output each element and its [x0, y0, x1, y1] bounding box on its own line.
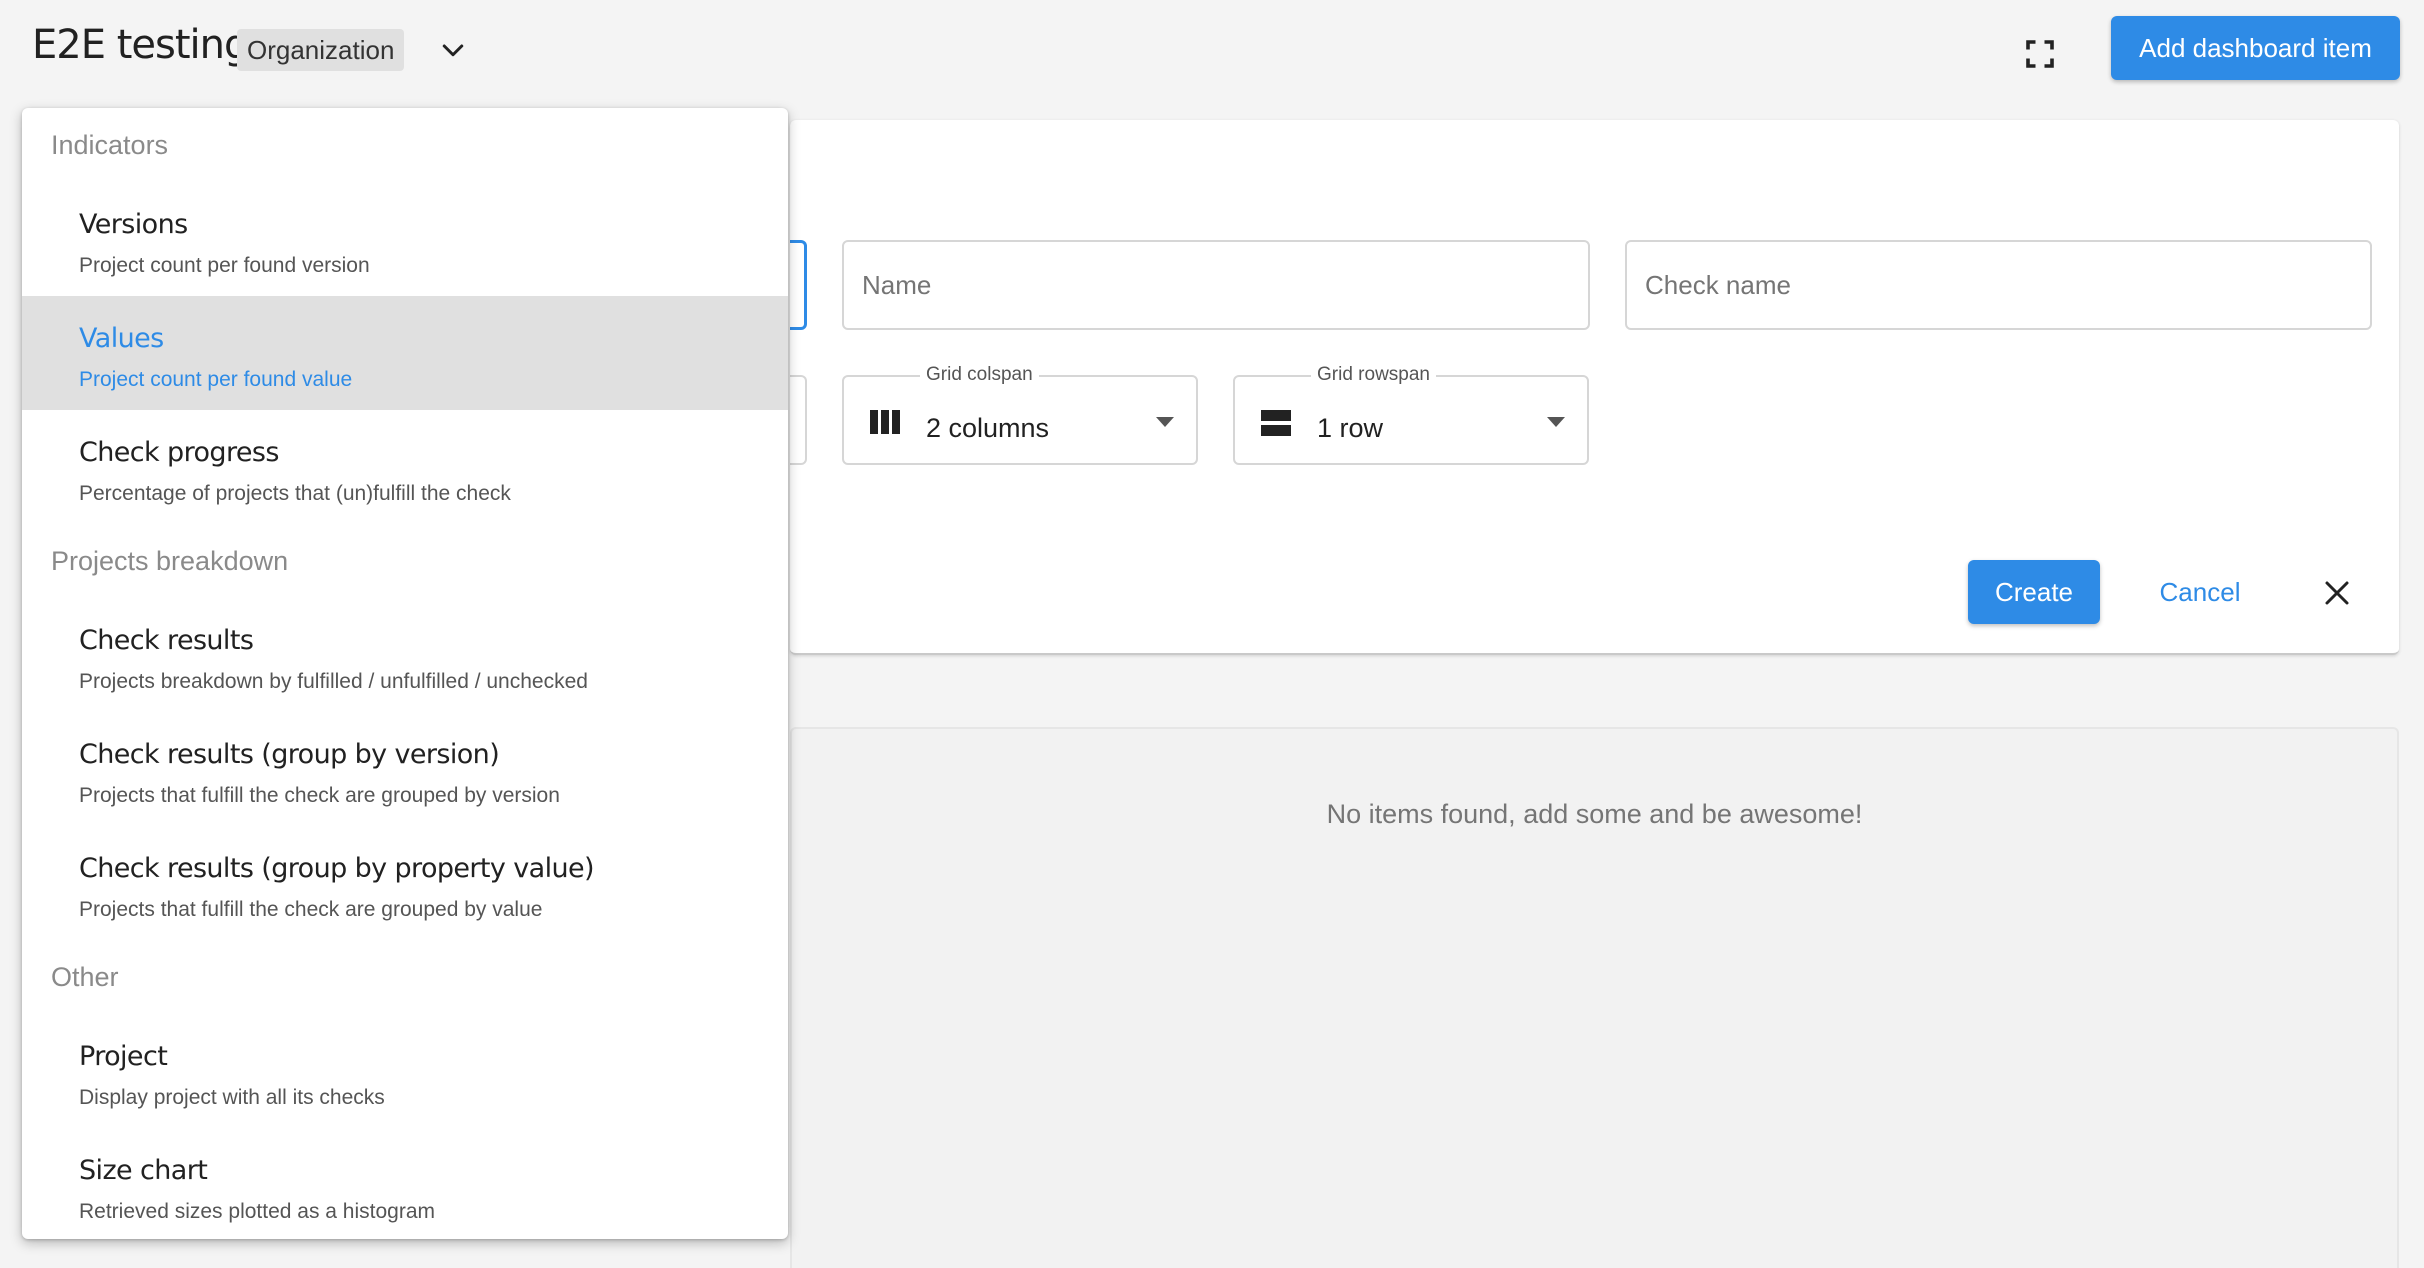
grid-colspan-label: Grid colspan [920, 364, 1039, 386]
grid-rowspan-value: 1 row [1317, 413, 1384, 443]
menu-item-versions[interactable]: Versions Project count per found version [22, 182, 788, 296]
grid-rowspan-label: Grid rowspan [1311, 364, 1436, 386]
view-column-icon [870, 410, 900, 434]
menu-item-title: Size chart [79, 1155, 208, 1186]
dashboard-page: E2E testing Organization Add dashboard i… [0, 0, 2424, 1268]
menu-group-other: Other [51, 961, 119, 992]
dashboard-items-list: No items found, add some and be awesome! [790, 727, 2399, 1268]
name-input[interactable] [842, 240, 1590, 330]
grid-colspan-value: 2 columns [926, 413, 1050, 443]
menu-item-description: Retrieved sizes plotted as a histogram [79, 1200, 436, 1223]
add-dashboard-item-button[interactable]: Add dashboard item [2111, 16, 2400, 80]
empty-message: No items found, add some and be awesome! [1326, 799, 1863, 829]
menu-item-check-results-by-version[interactable]: Check results (group by version) Project… [22, 712, 788, 826]
menu-item-description: Display project with all its checks [79, 1086, 385, 1109]
menu-item-title: Values [79, 323, 164, 354]
grid-colspan-select[interactable]: Grid colspan 2 columns [842, 364, 1198, 465]
cancel-button[interactable]: Cancel [2150, 560, 2250, 624]
grid-rowspan-select[interactable]: Grid rowspan 1 row [1233, 364, 1589, 465]
menu-item-title: Versions [79, 209, 188, 240]
dropdown-arrow-icon [1156, 417, 1174, 427]
item-type-menu: Indicators Versions Project count per fo… [22, 108, 788, 1239]
menu-item-check-results-by-property-value[interactable]: Check results (group by property value) … [22, 826, 788, 940]
menu-item-title: Check results (group by version) [79, 739, 500, 770]
dropdown-arrow-icon [1547, 417, 1565, 427]
close-icon[interactable] [2322, 578, 2352, 608]
menu-item-description: Project count per found version [79, 254, 370, 277]
type-select-field[interactable] [790, 240, 807, 330]
menu-group-projects-breakdown: Projects breakdown [51, 545, 289, 576]
menu-item-title: Project [79, 1041, 168, 1072]
view-row-icon [1261, 410, 1291, 436]
chevron-down-icon[interactable] [438, 36, 468, 66]
page-title: E2E testing [32, 22, 249, 68]
menu-item-check-progress[interactable]: Check progress Percentage of projects th… [22, 410, 788, 524]
menu-item-description: Projects breakdown by fulfilled / unfulf… [79, 670, 588, 693]
secondary-select-field[interactable] [790, 375, 807, 465]
menu-group-indicators: Indicators [51, 129, 169, 160]
create-button[interactable]: Create [1968, 560, 2100, 624]
menu-item-title: Check progress [79, 437, 279, 468]
menu-item-check-results[interactable]: Check results Projects breakdown by fulf… [22, 598, 788, 712]
menu-item-project[interactable]: Project Display project with all its che… [22, 1014, 788, 1128]
menu-item-description: Projects that fulfill the check are grou… [79, 898, 543, 921]
menu-item-description: Percentage of projects that (un)fulfill … [79, 482, 511, 505]
menu-item-description: Projects that fulfill the check are grou… [79, 784, 560, 807]
check-name-input[interactable] [1625, 240, 2372, 330]
menu-item-title: Check results [79, 625, 254, 656]
fullscreen-icon[interactable] [2022, 36, 2058, 72]
organization-chip: Organization [237, 29, 405, 71]
menu-item-title: Check results (group by property value) [79, 853, 595, 884]
menu-item-size-chart[interactable]: Size chart Retrieved sizes plotted as a … [22, 1128, 788, 1239]
menu-item-values[interactable]: Values Project count per found value [22, 296, 788, 410]
menu-item-description: Project count per found value [79, 368, 353, 391]
